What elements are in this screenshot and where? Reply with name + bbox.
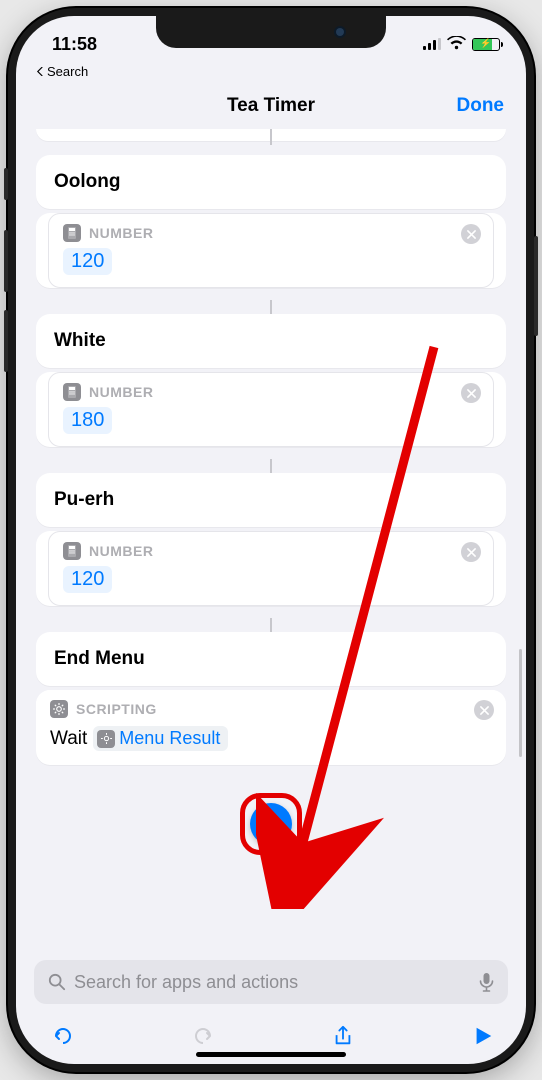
- variable-token-menu-result[interactable]: Menu Result: [93, 726, 228, 751]
- gear-icon: [50, 700, 68, 718]
- action-type-label: NUMBER: [89, 543, 153, 559]
- case-title: White: [36, 314, 506, 368]
- redo-button: [190, 1023, 216, 1049]
- scroll-indicator[interactable]: [519, 649, 522, 757]
- search-input[interactable]: Search for apps and actions: [34, 960, 508, 1004]
- battery-icon: ⚡: [472, 38, 500, 51]
- home-indicator[interactable]: [196, 1052, 346, 1057]
- menu-case-puerh[interactable]: Pu-erh: [36, 473, 506, 527]
- gear-icon: [97, 730, 115, 748]
- search-placeholder: Search for apps and actions: [74, 972, 471, 993]
- number-value[interactable]: 120: [63, 566, 112, 593]
- wait-prefix: Wait: [50, 728, 87, 750]
- number-action-card[interactable]: NUMBER 180: [36, 372, 506, 447]
- wifi-icon: [447, 36, 466, 53]
- add-action-button[interactable]: [250, 803, 292, 845]
- calculator-icon: [63, 224, 81, 242]
- wait-action-card[interactable]: SCRIPTING Wait Menu Result: [36, 690, 506, 765]
- end-menu-card[interactable]: End Menu: [36, 632, 506, 686]
- page-title: Tea Timer: [227, 95, 315, 117]
- action-type-label: NUMBER: [89, 384, 153, 400]
- number-action-card[interactable]: NUMBER 120: [36, 531, 506, 606]
- number-value[interactable]: 180: [63, 407, 112, 434]
- done-button[interactable]: Done: [457, 95, 505, 117]
- end-menu-label: End Menu: [36, 632, 506, 686]
- breadcrumb-back[interactable]: Search: [16, 64, 526, 83]
- calculator-icon: [63, 542, 81, 560]
- delete-action-button[interactable]: [474, 700, 494, 720]
- number-value[interactable]: 120: [63, 248, 112, 275]
- action-type-label: NUMBER: [89, 225, 153, 241]
- case-title: Oolong: [36, 155, 506, 209]
- search-icon: [48, 973, 66, 991]
- menu-case-white[interactable]: White: [36, 314, 506, 368]
- run-button[interactable]: [470, 1023, 496, 1049]
- calculator-icon: [63, 383, 81, 401]
- breadcrumb-label: Search: [47, 64, 88, 79]
- cell-signal-icon: [423, 38, 441, 50]
- delete-action-button[interactable]: [461, 542, 481, 562]
- delete-action-button[interactable]: [461, 383, 481, 403]
- number-action-card[interactable]: NUMBER 120: [36, 213, 506, 288]
- microphone-icon[interactable]: [479, 972, 494, 992]
- nav-bar: Tea Timer Done: [16, 83, 526, 129]
- action-type-label: SCRIPTING: [76, 701, 157, 717]
- status-time: 11:58: [52, 34, 97, 55]
- annotation-highlight: [240, 793, 302, 855]
- undo-button[interactable]: [50, 1023, 76, 1049]
- case-title: Pu-erh: [36, 473, 506, 527]
- delete-action-button[interactable]: [461, 224, 481, 244]
- share-button[interactable]: [330, 1023, 356, 1049]
- menu-case-oolong[interactable]: Oolong: [36, 155, 506, 209]
